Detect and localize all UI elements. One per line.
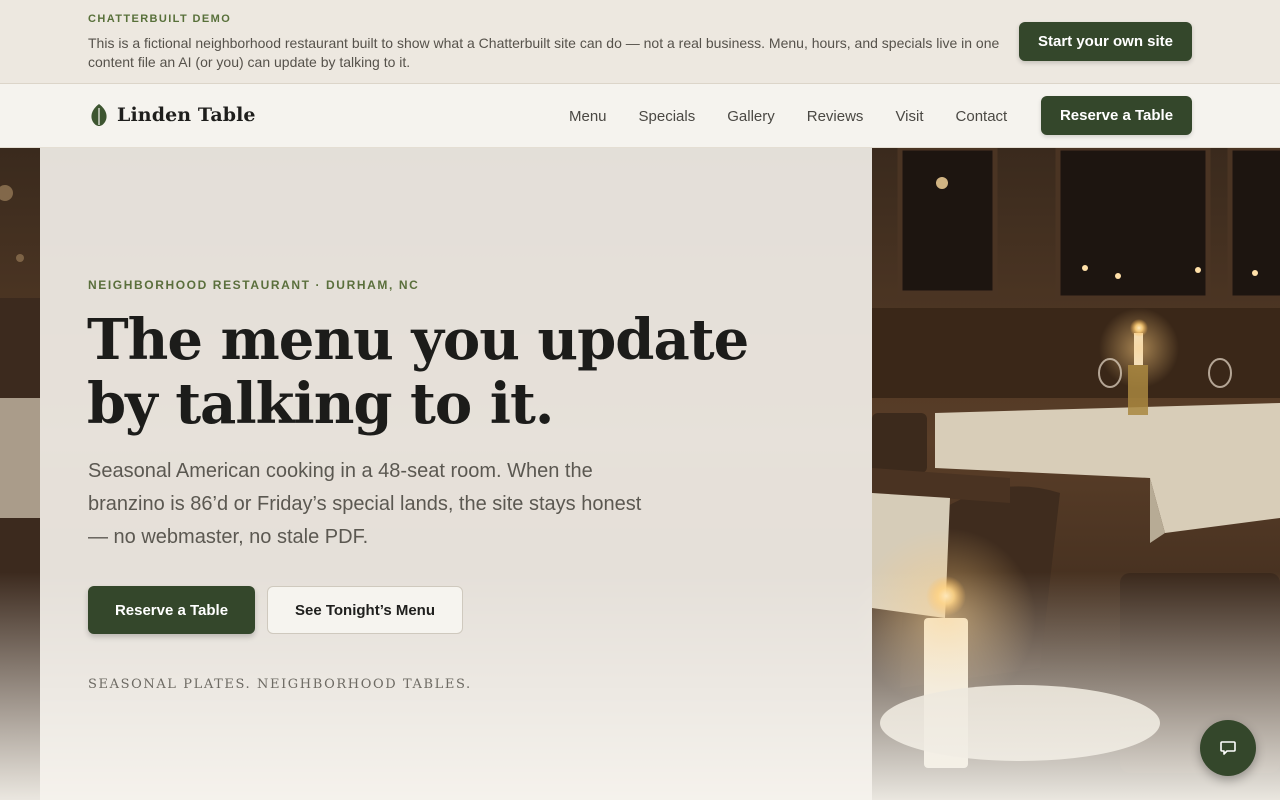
leaf-icon [91, 104, 107, 126]
hero-headline: The menu you update by talking to it. [87, 307, 749, 437]
see-tonights-menu-button[interactable]: See Tonight’s Menu [267, 586, 463, 634]
hero-tagline: SEASONAL PLATES. NEIGHBORHOOD TABLES. [88, 677, 472, 692]
nav-link-specials[interactable]: Specials [623, 108, 712, 125]
hero-subtitle: Seasonal American cooking in a 48-seat r… [88, 460, 642, 548]
reserve-table-button[interactable]: Reserve a Table [88, 586, 255, 634]
brand-name: Linden Table [117, 104, 256, 126]
hero-section: NEIGHBORHOOD RESTAURANT · DURHAM, NC The… [0, 148, 1280, 800]
brand-logo[interactable]: Linden Table [89, 103, 256, 127]
demo-banner: CHATTERBUILT DEMO This is a fictional ne… [0, 0, 1280, 84]
chat-widget-button[interactable] [1200, 720, 1256, 776]
nav-link-gallery[interactable]: Gallery [711, 108, 791, 125]
nav-link-reviews[interactable]: Reviews [791, 108, 880, 125]
start-your-own-site-button[interactable]: Start your own site [1019, 22, 1192, 61]
demo-description: This is a fictional neighborhood restaur… [88, 35, 1000, 70]
reserve-table-nav-button[interactable]: Reserve a Table [1041, 96, 1192, 135]
chat-bubble-icon [1220, 741, 1236, 755]
main-nav: Menu Specials Gallery Reviews Visit Cont… [553, 84, 1023, 148]
site-header: Linden Table Menu Specials Gallery Revie… [0, 84, 1280, 148]
nav-link-menu[interactable]: Menu [553, 108, 623, 125]
demo-eyebrow: CHATTERBUILT DEMO [88, 13, 232, 25]
hero-eyebrow: NEIGHBORHOOD RESTAURANT · DURHAM, NC [88, 278, 420, 292]
nav-link-visit[interactable]: Visit [879, 108, 939, 125]
nav-link-contact[interactable]: Contact [940, 108, 1024, 125]
